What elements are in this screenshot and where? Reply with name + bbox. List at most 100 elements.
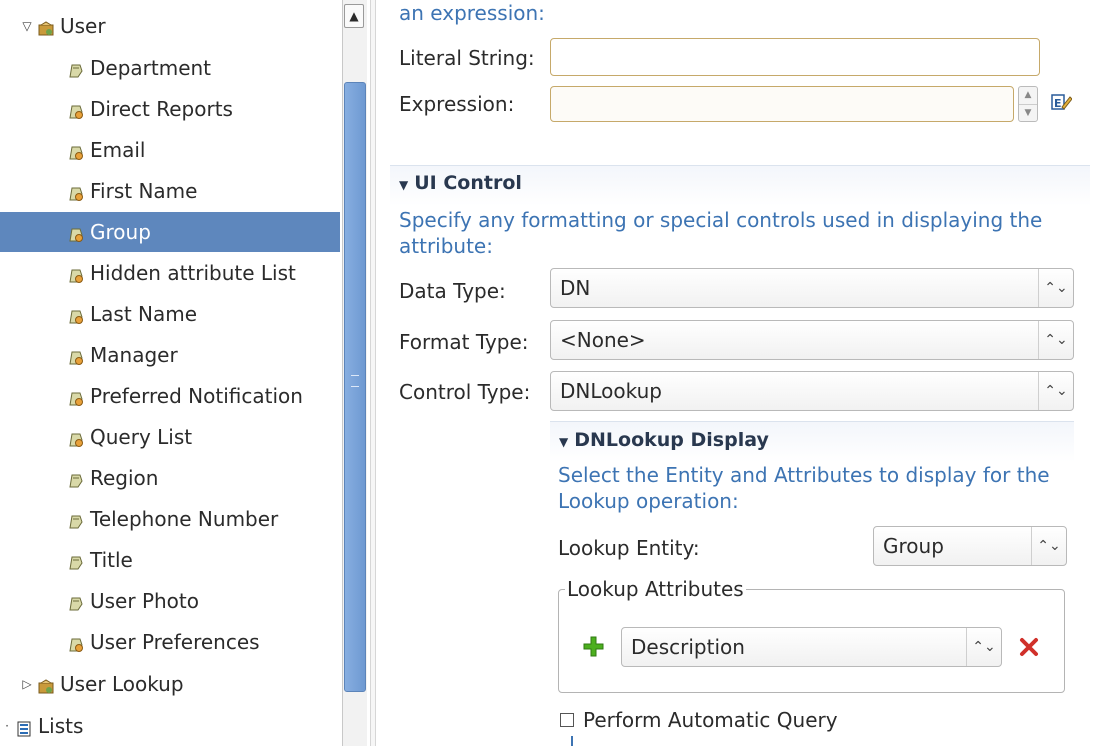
tree-node-label: User <box>60 14 106 38</box>
collapsed-twisty-icon[interactable]: ▷ <box>20 677 34 691</box>
lookup-entity-label: Lookup Entity: <box>558 536 700 560</box>
expanded-twisty-icon[interactable]: ▽ <box>20 19 34 33</box>
tree-node-label: Telephone Number <box>90 507 279 531</box>
dnlookup-title-text: DNLookup Display <box>574 429 769 451</box>
expression-label: Expression: <box>399 92 515 116</box>
lookup-attribute-combo[interactable]: Description ⌃⌄ <box>621 627 1002 667</box>
scroll-up-arrow-icon[interactable]: ▲ <box>344 4 364 28</box>
spin-up-icon[interactable]: ▲ <box>1019 87 1037 105</box>
tree-node-user[interactable]: ▽ User <box>0 6 340 46</box>
literal-string-input[interactable] <box>550 38 1040 76</box>
attribute-icon <box>68 511 84 529</box>
data-type-label: Data Type: <box>399 279 506 303</box>
entity-icon <box>38 676 54 694</box>
tree-node-hidden-attribute-list[interactable]: Hidden attribute List <box>0 253 340 293</box>
tree-node-user-preferences[interactable]: User Preferences <box>0 622 340 662</box>
tree-node-label: Group <box>90 220 151 244</box>
ui-control-title[interactable]: ▼ UI Control <box>399 172 522 194</box>
spin-down-icon[interactable]: ▼ <box>1019 105 1037 122</box>
tree-node-label: Title <box>90 548 133 572</box>
section-expanded-icon[interactable]: ▼ <box>399 178 408 192</box>
scroll-thumb[interactable] <box>344 82 366 692</box>
tree-node-first-name[interactable]: First Name <box>0 171 340 211</box>
attribute-key-icon <box>68 347 84 365</box>
collapsed-twisty-icon[interactable]: · <box>2 719 12 733</box>
data-type-value: DN <box>560 276 591 300</box>
literal-string-label: Literal String: <box>399 46 535 70</box>
tree-node-department[interactable]: Department <box>0 48 340 88</box>
tree-node-user-photo[interactable]: User Photo <box>0 581 340 621</box>
attribute-icon <box>68 470 84 488</box>
attribute-key-icon <box>68 306 84 324</box>
expression-input[interactable] <box>550 86 1014 122</box>
thumb-grip <box>351 375 359 387</box>
format-type-combo[interactable]: <None> ⌃⌄ <box>550 320 1074 360</box>
attribute-key-icon <box>68 265 84 283</box>
format-type-value: <None> <box>560 328 646 352</box>
expression-spinner[interactable]: ▲ ▼ <box>1018 86 1038 122</box>
tree-node-label: User Preferences <box>90 630 260 654</box>
combo-arrows-icon: ⌃⌄ <box>1038 269 1073 307</box>
dnlookup-title[interactable]: ▼ DNLookup Display <box>559 429 769 451</box>
tree-node-label: First Name <box>90 179 198 203</box>
panel-sash[interactable] <box>370 0 376 746</box>
attribute-key-icon <box>68 429 84 447</box>
tree-node-lists[interactable]: · Lists <box>0 706 340 746</box>
tree-node-label: Preferred Notification <box>90 384 303 408</box>
remove-attribute-icon[interactable] <box>1018 636 1040 658</box>
tree-node-preferred-notification[interactable]: Preferred Notification <box>0 376 340 416</box>
tree-node-label: Email <box>90 138 146 162</box>
auto-query-label: Perform Automatic Query <box>583 708 838 732</box>
attribute-key-icon <box>68 142 84 160</box>
tree-node-label: Lists <box>38 714 84 738</box>
add-attribute-icon[interactable] <box>583 636 605 658</box>
tree-node-label: User Lookup <box>60 672 184 696</box>
attribute-key-icon <box>68 183 84 201</box>
tree-node-email[interactable]: Email <box>0 130 340 170</box>
lookup-attribute-value: Description <box>631 635 745 659</box>
attribute-key-icon <box>68 101 84 119</box>
ui-control-title-text: UI Control <box>414 172 522 194</box>
combo-arrows-icon: ⌃⌄ <box>1038 321 1073 359</box>
attribute-key-icon <box>68 224 84 242</box>
combo-arrows-icon: ⌃⌄ <box>1038 372 1073 410</box>
tree-node-label: User Photo <box>90 589 199 613</box>
dnlookup-description: Select the Entity and Attributes to disp… <box>558 463 1050 513</box>
attribute-icon <box>68 552 84 570</box>
lookup-entity-combo[interactable]: Group ⌃⌄ <box>873 526 1067 566</box>
tree-node-label: Direct Reports <box>90 97 233 121</box>
auto-query-row[interactable]: Perform Automatic Query <box>560 708 838 732</box>
tree-node-last-name[interactable]: Last Name <box>0 294 340 334</box>
tree-node-label: Department <box>90 56 212 80</box>
attribute-icon <box>68 60 84 78</box>
attribute-key-icon <box>68 388 84 406</box>
tree-node-label: Last Name <box>90 302 198 326</box>
tree-node-group[interactable]: Group <box>0 212 340 252</box>
format-type-label: Format Type: <box>399 330 529 354</box>
svg-text:E: E <box>1054 97 1062 110</box>
auto-query-checkbox[interactable] <box>560 713 574 727</box>
control-type-label: Control Type: <box>399 380 531 404</box>
tree-node-telephone-number[interactable]: Telephone Number <box>0 499 340 539</box>
entity-tree: ▽ User Department Direct Reports Email Firs… <box>0 0 340 746</box>
attribute-icon <box>68 593 84 611</box>
tree-node-manager[interactable]: Manager <box>0 335 340 375</box>
lookup-entity-value: Group <box>883 534 944 558</box>
expression-hint: an expression: <box>399 1 545 25</box>
ui-control-description: Specify any formatting or special contro… <box>399 208 1043 258</box>
control-type-value: DNLookup <box>560 379 662 403</box>
tree-node-query-list[interactable]: Query List <box>0 417 340 457</box>
section-expanded-icon[interactable]: ▼ <box>559 435 568 449</box>
tree-node-region[interactable]: Region <box>0 458 340 498</box>
tree-node-label: Query List <box>90 425 193 449</box>
tree-node-direct-reports[interactable]: Direct Reports <box>0 89 340 129</box>
caret-marker <box>571 736 573 746</box>
lookup-attributes-legend: Lookup Attributes <box>565 577 746 601</box>
tree-node-label: Hidden attribute List <box>90 261 296 285</box>
tree-node-title[interactable]: Title <box>0 540 340 580</box>
tree-node-label: Manager <box>90 343 178 367</box>
data-type-combo[interactable]: DN ⌃⌄ <box>550 268 1074 308</box>
edit-expression-icon[interactable]: E <box>1050 91 1073 113</box>
tree-node-user-lookup[interactable]: ▷ User Lookup <box>0 664 340 704</box>
control-type-combo[interactable]: DNLookup ⌃⌄ <box>550 371 1074 411</box>
